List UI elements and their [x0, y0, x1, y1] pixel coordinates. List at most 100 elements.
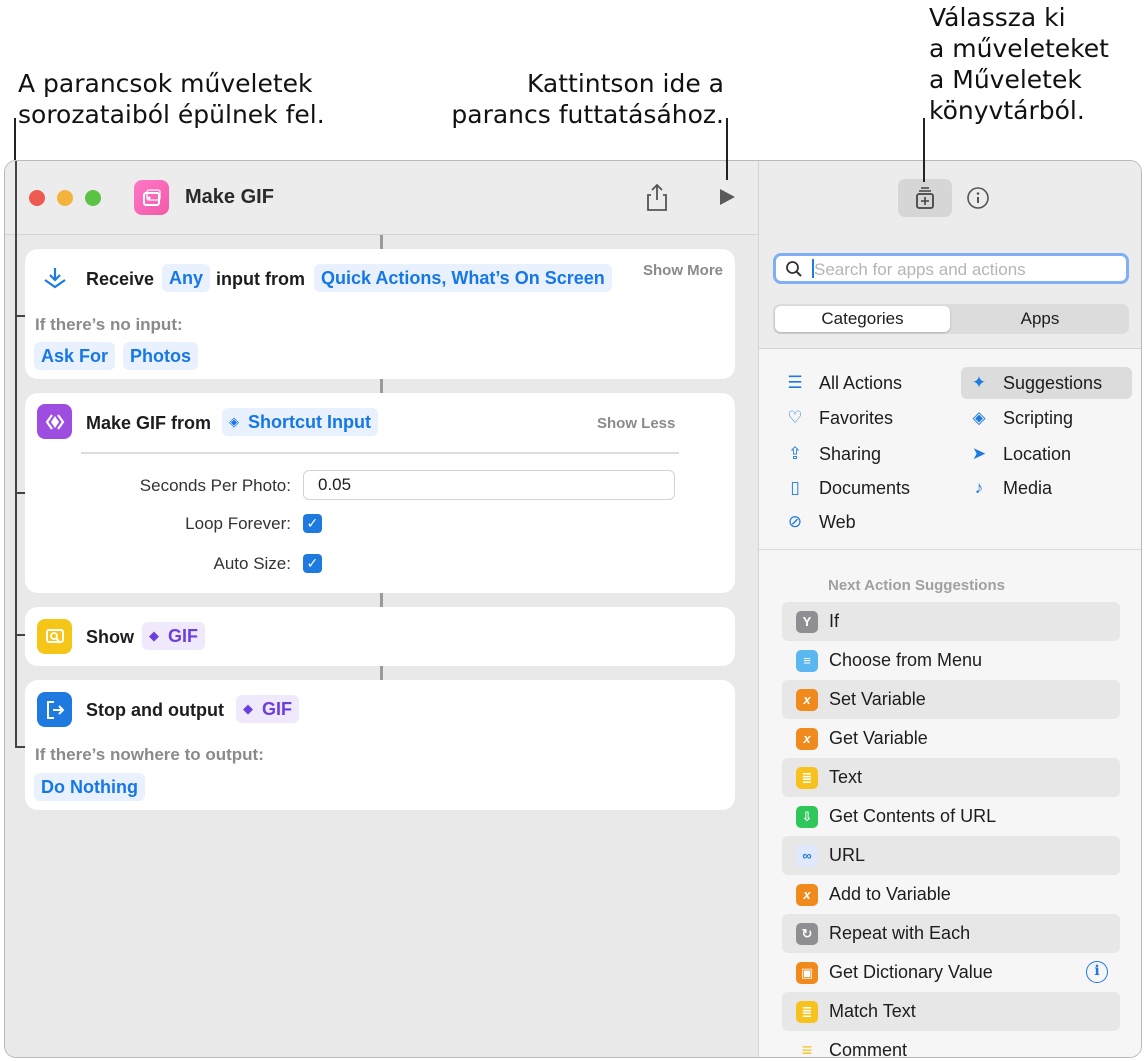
make-gif-action-card[interactable]: Make GIF from ◈ Shortcut Input Show Less…: [25, 393, 735, 593]
seconds-per-photo-field[interactable]: 0.05: [303, 470, 675, 500]
photos-token[interactable]: Photos: [123, 342, 198, 370]
category-label: Favorites: [819, 407, 894, 428]
category-media[interactable]: ♪ Media: [967, 472, 1052, 504]
auto-size-checkbox[interactable]: ✓: [303, 554, 322, 573]
suggestion-label: If: [829, 611, 840, 631]
input-source-token[interactable]: Quick Actions, What’s On Screen: [314, 264, 612, 292]
callout-bracket: [15, 161, 17, 747]
suggestions-list: Next Action Suggestions Y If ≡ Choose from…: [759, 551, 1141, 1058]
callout-line-2: a műveleteket: [929, 34, 1109, 63]
callout-line-2: parancs futtatásához.: [451, 100, 724, 129]
layers-icon: ◈: [229, 414, 239, 429]
make-gif-label: Make GIF from: [86, 413, 212, 433]
show-action-card[interactable]: Show ◆ GIF: [25, 607, 735, 666]
zoom-button[interactable]: [85, 190, 101, 206]
seconds-per-photo-label: Seconds Per Photo:: [139, 476, 291, 495]
photo-gallery-icon[interactable]: [134, 180, 169, 215]
input-type-token[interactable]: Any: [162, 264, 211, 292]
category-location[interactable]: ➤ Location: [967, 438, 1071, 470]
suggestion-add-to-variable[interactable]: x Add to Variable: [782, 875, 1120, 914]
gif-token[interactable]: ◆ GIF: [236, 695, 299, 723]
search-input[interactable]: Search for apps and actions: [773, 253, 1129, 284]
show-more-button[interactable]: Show More: [643, 262, 723, 279]
sparkle-icon: ✦: [971, 373, 987, 392]
category-label: Web: [819, 511, 856, 532]
receive-label: Receive: [86, 269, 155, 289]
suggestion-match-text[interactable]: ≣ Match Text: [782, 992, 1120, 1031]
tab-apps[interactable]: Apps: [953, 306, 1127, 332]
callout-line-1: Kattintson ide a: [526, 69, 724, 98]
suggestion-text[interactable]: ≣ Text: [782, 758, 1120, 797]
divider: [81, 452, 679, 454]
category-label: Scripting: [1003, 407, 1074, 428]
callout-pointer-library: [923, 118, 925, 182]
category-label: Location: [1003, 443, 1072, 464]
suggestion-get-dictionary-value[interactable]: ▣ Get Dictionary Value i: [782, 953, 1120, 992]
stop-output-action-card[interactable]: Stop and output ◆ GIF If there’s nowhere…: [25, 680, 735, 810]
share-icon[interactable]: [645, 181, 669, 213]
suggestion-repeat-with-each[interactable]: ↻ Repeat with Each: [782, 914, 1120, 953]
show-label: Show: [86, 627, 134, 647]
loop-forever-checkbox[interactable]: ✓: [303, 514, 322, 533]
close-button[interactable]: [29, 190, 45, 206]
category-favorites[interactable]: ♡ Favorites: [783, 402, 893, 434]
callout-actions-sequence: A parancsok műveletek sorozataiból épüln…: [18, 68, 325, 130]
list-icon: ☰: [787, 373, 803, 392]
callout-line-1: Válassza ki: [929, 3, 1066, 32]
branch-icon: Y: [796, 610, 818, 633]
suggestion-if[interactable]: Y If: [782, 602, 1120, 641]
search-icon: [785, 260, 803, 283]
suggestion-comment[interactable]: ≡ Comment: [782, 1031, 1120, 1058]
shortcut-title[interactable]: Make GIF: [185, 186, 274, 209]
loop-forever-label: Loop Forever:: [185, 514, 291, 533]
info-icon[interactable]: i: [1086, 961, 1108, 983]
make-gif-icon: [37, 404, 72, 439]
callout-run: Kattintson ide a parancs futtatásához.: [434, 68, 724, 130]
suggestion-url[interactable]: ∞ URL: [782, 836, 1120, 875]
suggestion-label: Comment: [829, 1040, 908, 1058]
category-sharing[interactable]: ⇪ Sharing: [783, 438, 881, 470]
do-nothing-token[interactable]: Do Nothing: [34, 773, 145, 801]
suggestion-label: Repeat with Each: [829, 923, 971, 943]
suggestion-choose-from-menu[interactable]: ≡ Choose from Menu: [782, 641, 1120, 680]
ask-for-token[interactable]: Ask For: [34, 342, 116, 370]
receive-action-card[interactable]: Receive Any input from Quick Actions, Wh…: [25, 249, 735, 379]
gif-token-text: GIF: [262, 699, 292, 719]
categories-list: ☰ All Actions ✦ Suggestions ♡ Favorites ◈ Sc…: [759, 350, 1141, 550]
document-icon: ▯: [790, 478, 800, 497]
category-suggestions[interactable]: ✦ Suggestions: [961, 367, 1132, 399]
info-icon[interactable]: [965, 185, 991, 211]
callout-line-2: sorozataiból épülnek fel.: [18, 100, 325, 129]
shortcut-input-token[interactable]: ◈ Shortcut Input: [222, 408, 378, 436]
category-label: Media: [1003, 477, 1053, 498]
input-from-label: input from: [216, 269, 305, 289]
suggestions-heading: Next Action Suggestions: [828, 577, 1005, 594]
dictionary-icon: ▣: [796, 961, 818, 984]
suggestion-label: Choose from Menu: [829, 650, 983, 670]
category-all-actions[interactable]: ☰ All Actions: [783, 367, 902, 399]
link-icon: ∞: [796, 844, 818, 867]
suggestion-label: Add to Variable: [829, 884, 951, 904]
show-less-button[interactable]: Show Less: [597, 415, 675, 432]
suggestion-get-contents-of-url[interactable]: ⇩ Get Contents of URL: [782, 797, 1120, 836]
variable-icon: x: [796, 688, 818, 711]
action-library-pane: Search for apps and actions Categories A…: [758, 161, 1141, 1058]
suggestion-get-variable[interactable]: x Get Variable: [782, 719, 1120, 758]
callout-pointer-left: [14, 118, 16, 160]
callout-line-3: a Műveletek: [929, 65, 1082, 94]
compass-icon: ⊘: [787, 512, 803, 531]
gif-token[interactable]: ◆ GIF: [142, 622, 205, 650]
text-icon: ≣: [796, 766, 818, 789]
shortcut-input-text: Shortcut Input: [248, 412, 371, 432]
category-web[interactable]: ⊘ Web: [783, 506, 856, 538]
category-scripting[interactable]: ◈ Scripting: [967, 402, 1073, 434]
tab-categories[interactable]: Categories: [775, 306, 950, 332]
show-result-icon: [37, 619, 72, 654]
category-documents[interactable]: ▯ Documents: [783, 472, 910, 504]
action-library-icon[interactable]: [898, 179, 952, 217]
text-icon: ≣: [796, 1000, 818, 1023]
suggestion-set-variable[interactable]: x Set Variable: [782, 680, 1120, 719]
play-icon[interactable]: [715, 185, 739, 209]
minimize-button[interactable]: [57, 190, 73, 206]
suggestion-label: URL: [829, 845, 866, 865]
